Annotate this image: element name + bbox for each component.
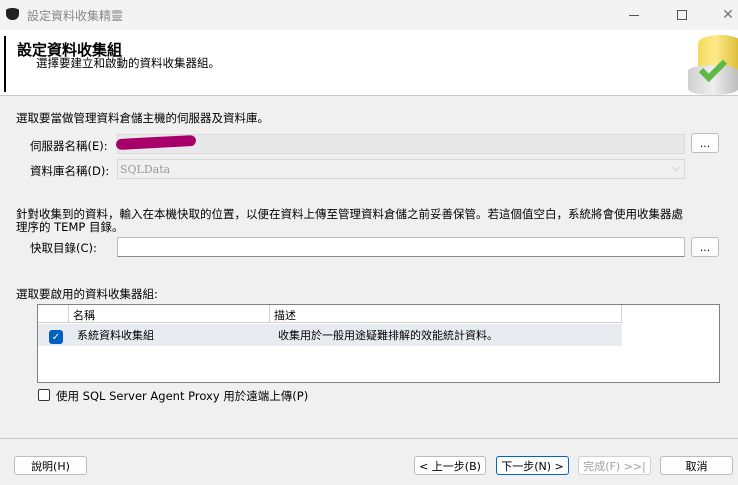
- database-select[interactable]: [117, 159, 685, 179]
- close-button[interactable]: ✕: [705, 0, 738, 30]
- header-accent-bar: [4, 36, 6, 92]
- database-value: SQLData: [120, 163, 171, 176]
- database-name-label: 資料庫名稱(D):: [30, 164, 110, 178]
- cache-browse-button[interactable]: ...: [691, 237, 719, 257]
- wizard-header: 設定資料收集組 選擇要建立和啟動的資料收集器組。: [0, 30, 738, 96]
- next-button[interactable]: 下一步(N) >: [496, 456, 569, 475]
- maximize-button[interactable]: [659, 0, 705, 30]
- chevron-down-icon: ⌵: [672, 163, 680, 174]
- collector-description: 收集用於一般用途疑難排解的效能統計資料。: [278, 329, 498, 342]
- cache-directory-label: 快取目錄(C):: [30, 241, 97, 255]
- finish-button[interactable]: 完成(F) >>|: [578, 456, 651, 475]
- footer-divider: [0, 438, 738, 439]
- help-button[interactable]: 說明(H): [14, 456, 87, 475]
- cache-directory-input[interactable]: [117, 237, 685, 257]
- window-title: 設定資料收集精靈: [27, 9, 124, 23]
- column-header-name[interactable]: 名稱: [69, 305, 270, 323]
- server-instruction: 選取要當做管理資料倉儲主機的伺服器及資料庫。: [16, 111, 269, 125]
- table-row[interactable]: 系統資料收集組 收集用於一般用途疑難排解的效能統計資料。: [38, 324, 622, 346]
- page-subtitle: 選擇要建立和啟動的資料收集器組。: [36, 56, 220, 70]
- maximize-icon: [677, 10, 687, 20]
- cancel-button[interactable]: 取消: [660, 456, 733, 475]
- collector-checkbox[interactable]: ✓: [49, 330, 63, 344]
- minimize-button[interactable]: [611, 0, 657, 30]
- collector-instruction: 選取要啟用的資料收集器組:: [16, 287, 158, 301]
- cache-instruction-line2: 理序的 TEMP 目錄。: [16, 220, 124, 234]
- server-name-label: 伺服器名稱(E):: [30, 139, 108, 153]
- database-icon: [6, 8, 19, 22]
- proxy-label: 使用 SQL Server Agent Proxy 用於遠端上傳(P): [56, 389, 309, 403]
- back-button[interactable]: < 上一步(B): [414, 456, 486, 475]
- title-bar: 設定資料收集精靈 ✕: [0, 0, 738, 30]
- collector-set-grid[interactable]: 名稱 描述 系統資料收集組 收集用於一般用途疑難排解的效能統計資料。 ✓: [37, 304, 720, 383]
- grid-header-check: [38, 305, 69, 323]
- collector-name: 系統資料收集組: [77, 329, 154, 342]
- grid-header: 名稱 描述: [38, 305, 622, 323]
- column-header-description[interactable]: 描述: [270, 305, 622, 323]
- server-name-field[interactable]: [117, 134, 685, 154]
- database-check-icon: [688, 35, 738, 97]
- server-browse-button[interactable]: ...: [691, 133, 719, 153]
- minimize-icon: [629, 14, 639, 16]
- checkmark-icon: ✓: [51, 331, 61, 343]
- proxy-checkbox[interactable]: [38, 389, 50, 401]
- close-icon: ✕: [722, 7, 734, 23]
